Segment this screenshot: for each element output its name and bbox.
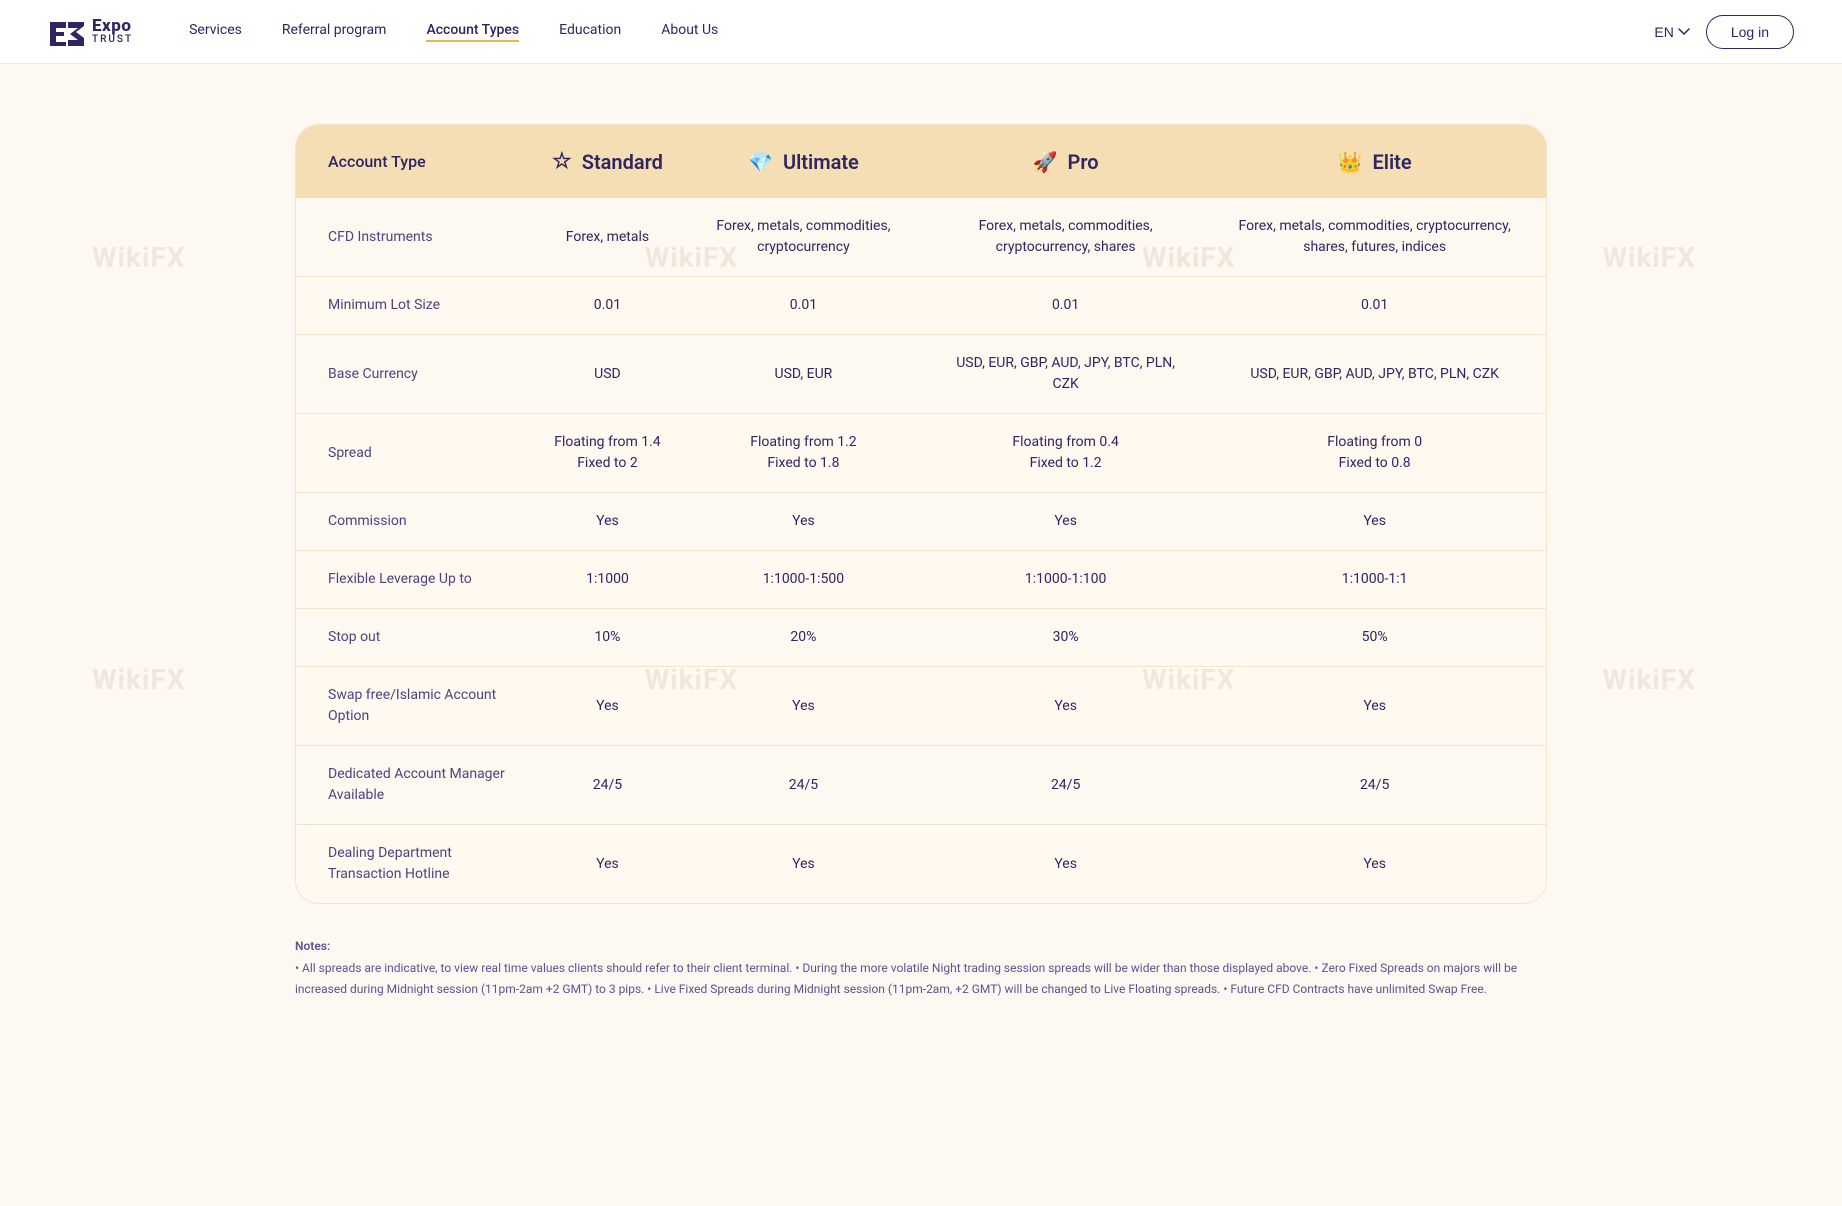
feature-value: Forex, metals <box>536 198 679 277</box>
crown-icon: 👑 <box>1338 150 1363 174</box>
feature-value: Forex, metals, commodities, cryptocurren… <box>928 198 1203 277</box>
feature-value: Yes <box>679 493 928 551</box>
nav-education[interactable]: Education <box>559 22 621 42</box>
nav-right: EN Log in <box>1654 15 1794 49</box>
feature-value: 0.01 <box>928 277 1203 335</box>
feature-value: Yes <box>536 667 679 746</box>
feature-value: Yes <box>928 667 1203 746</box>
table-row: Flexible Leverage Up to1:10001:1000-1:50… <box>296 551 1546 609</box>
nav-services[interactable]: Services <box>189 22 242 42</box>
col-elite: 👑 Elite <box>1203 125 1546 198</box>
feature-label: Commission <box>296 493 536 551</box>
table-row: Dealing Department Transaction HotlineYe… <box>296 825 1546 904</box>
feature-label: Spread <box>296 414 536 493</box>
feature-value: 20% <box>679 609 928 667</box>
feature-value: Floating from 0Fixed to 0.8 <box>1203 414 1546 493</box>
feature-value: Floating from 0.4Fixed to 1.2 <box>928 414 1203 493</box>
col-ultimate: 💎 Ultimate <box>679 125 928 198</box>
feature-value: 1:1000 <box>536 551 679 609</box>
notes-content: • All spreads are indicative, to view re… <box>295 958 1547 999</box>
table-header-row: Account Type ☆ Standard 💎 Ultimate <box>296 125 1546 198</box>
col-pro: 🚀 Pro <box>928 125 1203 198</box>
feature-label: CFD Instruments <box>296 198 536 277</box>
nav-about[interactable]: About Us <box>661 22 718 42</box>
diamond-icon: 💎 <box>748 150 773 174</box>
table-row: CFD InstrumentsForex, metalsForex, metal… <box>296 198 1546 277</box>
table-row: Stop out10%20%30%50% <box>296 609 1546 667</box>
feature-label: Dedicated Account Manager Available <box>296 746 536 825</box>
logo-trust: TRUST <box>92 35 133 45</box>
table-row: Dedicated Account Manager Available24/52… <box>296 746 1546 825</box>
feature-value: Floating from 1.2Fixed to 1.8 <box>679 414 928 493</box>
feature-value: 1:1000-1:500 <box>679 551 928 609</box>
feature-value: 1:1000-1:1 <box>1203 551 1546 609</box>
table-row: SpreadFloating from 1.4Fixed to 2Floatin… <box>296 414 1546 493</box>
feature-value: Forex, metals, commodities, cryptocurren… <box>1203 198 1546 277</box>
notes-section: Notes: • All spreads are indicative, to … <box>295 936 1547 999</box>
feature-value: 50% <box>1203 609 1546 667</box>
rocket-icon: 🚀 <box>1033 150 1058 174</box>
feature-value: USD, EUR, GBP, AUD, JPY, BTC, PLN, CZK <box>1203 335 1546 414</box>
col-standard: ☆ Standard <box>536 125 679 198</box>
feature-value: 24/5 <box>536 746 679 825</box>
feature-label: Dealing Department Transaction Hotline <box>296 825 536 904</box>
feature-value: Yes <box>1203 825 1546 904</box>
feature-value: USD, EUR <box>679 335 928 414</box>
feature-label: Base Currency <box>296 335 536 414</box>
feature-label: Flexible Leverage Up to <box>296 551 536 609</box>
feature-value: Yes <box>679 667 928 746</box>
feature-value: 10% <box>536 609 679 667</box>
watermark-4: WikiFX <box>1603 241 1696 274</box>
comparison-table-wrapper: Account Type ☆ Standard 💎 Ultimate <box>295 124 1547 904</box>
feature-value: Floating from 1.4Fixed to 2 <box>536 414 679 493</box>
language-button[interactable]: EN <box>1654 24 1689 40</box>
feature-value: 0.01 <box>679 277 928 335</box>
logo-expo: Expo <box>92 18 133 35</box>
login-button[interactable]: Log in <box>1706 15 1794 49</box>
feature-label: Minimum Lot Size <box>296 277 536 335</box>
feature-value: Yes <box>1203 493 1546 551</box>
table-row: Swap free/Islamic Account OptionYesYesYe… <box>296 667 1546 746</box>
feature-value: Yes <box>536 493 679 551</box>
table-row: CommissionYesYesYesYes <box>296 493 1546 551</box>
feature-value: 24/5 <box>679 746 928 825</box>
watermark-1: WikiFX <box>92 241 185 274</box>
feature-value: Yes <box>1203 667 1546 746</box>
nav-referral[interactable]: Referral program <box>282 22 387 42</box>
feature-value: USD, EUR, GBP, AUD, JPY, BTC, PLN, CZK <box>928 335 1203 414</box>
star-icon: ☆ <box>552 149 572 174</box>
nav-account-types[interactable]: Account Types <box>426 22 519 42</box>
col-account-type: Account Type <box>296 125 536 198</box>
main-content: Account Type ☆ Standard 💎 Ultimate <box>271 64 1571 1079</box>
feature-value: Forex, metals, commodities, cryptocurren… <box>679 198 928 277</box>
feature-value: USD <box>536 335 679 414</box>
feature-value: 24/5 <box>928 746 1203 825</box>
feature-value: Yes <box>928 825 1203 904</box>
notes-title: Notes: <box>295 936 1547 956</box>
feature-label: Stop out <box>296 609 536 667</box>
table-row: Minimum Lot Size0.010.010.010.01 <box>296 277 1546 335</box>
feature-label: Swap free/Islamic Account Option <box>296 667 536 746</box>
feature-value: Yes <box>536 825 679 904</box>
watermark-5: WikiFX <box>92 663 185 696</box>
feature-value: Yes <box>679 825 928 904</box>
feature-value: 24/5 <box>1203 746 1546 825</box>
feature-value: 30% <box>928 609 1203 667</box>
feature-value: Yes <box>928 493 1203 551</box>
watermark-8: WikiFX <box>1603 663 1696 696</box>
feature-value: 0.01 <box>536 277 679 335</box>
comparison-table: Account Type ☆ Standard 💎 Ultimate <box>296 125 1546 903</box>
table-row: Base CurrencyUSDUSD, EURUSD, EUR, GBP, A… <box>296 335 1546 414</box>
feature-value: 0.01 <box>1203 277 1546 335</box>
logo[interactable]: Expo TRUST <box>48 18 133 46</box>
nav-links: Services Referral program Account Types … <box>189 22 1654 42</box>
navbar: Expo TRUST Services Referral program Acc… <box>0 0 1842 64</box>
feature-value: 1:1000-1:100 <box>928 551 1203 609</box>
